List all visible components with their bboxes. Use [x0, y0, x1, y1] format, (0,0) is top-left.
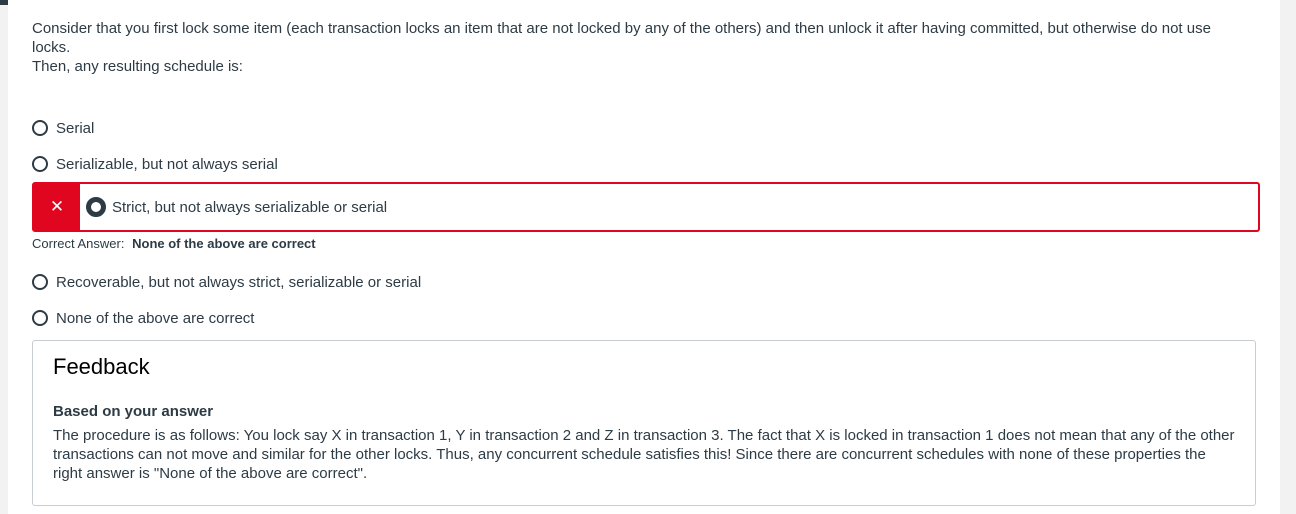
feedback-subtitle: Based on your answer [53, 403, 214, 420]
answer-option-strict[interactable]: Strict, but not always serializable or s… [86, 197, 388, 217]
incorrect-x-icon: ✕ [34, 184, 80, 230]
quiz-question-card: Consider that you first lock some item (… [8, 0, 1280, 514]
answer-option-recoverable[interactable]: Recoverable, but not always strict, seri… [32, 270, 421, 294]
correct-answer-value: None of the above are correct [132, 236, 316, 251]
radio-unselected-icon[interactable] [32, 310, 48, 326]
answer-option-label: Strict, but not always serializable or s… [112, 198, 388, 216]
radio-unselected-icon[interactable] [32, 156, 48, 172]
answer-option-none[interactable]: None of the above are correct [32, 306, 254, 330]
feedback-title: Feedback [53, 354, 150, 379]
question-line-1: Consider that you first lock some item (… [32, 20, 1211, 56]
answer-option-label: None of the above are correct [56, 309, 255, 327]
radio-selected-icon[interactable] [86, 197, 106, 217]
question-line-2: Then, any resulting schedule is: [32, 58, 243, 75]
question-text: Consider that you first lock some item (… [32, 19, 1252, 76]
answer-option-label: Serial [56, 119, 95, 137]
feedback-text: The procedure is as follows: You lock sa… [53, 427, 1235, 482]
selected-wrong-answer: ✕ Strict, but not always serializable or… [32, 182, 1260, 232]
radio-unselected-icon[interactable] [32, 274, 48, 290]
answer-option-label: Serializable, but not always serial [56, 155, 278, 173]
answer-option-serializable[interactable]: Serializable, but not always serial [32, 152, 278, 176]
radio-unselected-icon[interactable] [32, 120, 48, 136]
answer-option-serial[interactable]: Serial [32, 116, 94, 140]
answer-option-label: Recoverable, but not always strict, seri… [56, 273, 422, 291]
correct-answer-label: Correct Answer: [32, 236, 125, 251]
correct-answer: Correct Answer: None of the above are co… [32, 236, 316, 251]
feedback-panel: Feedback Based on your answer The proced… [32, 340, 1256, 506]
